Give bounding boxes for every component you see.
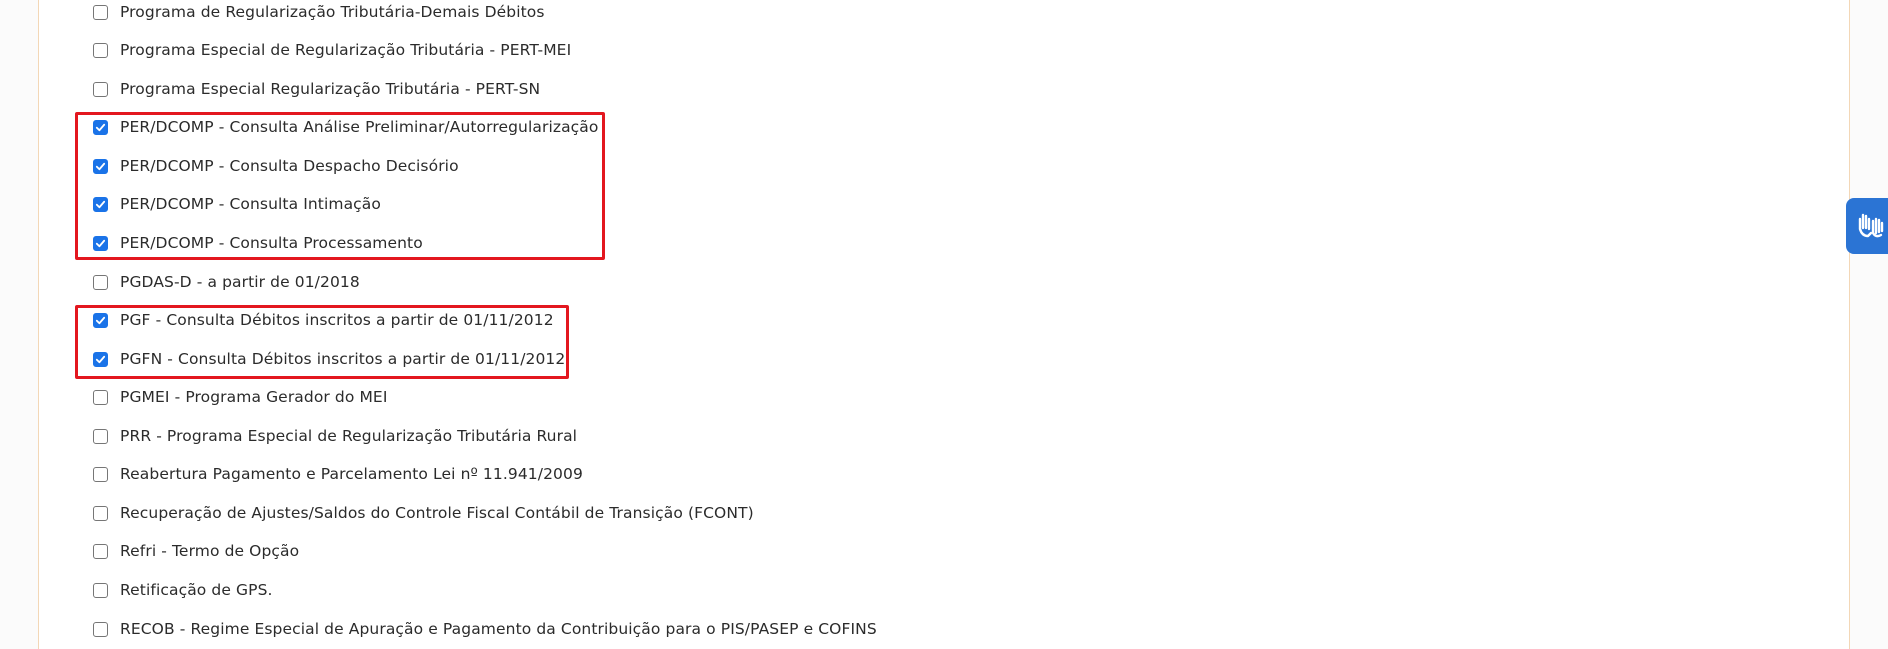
option-label: PER/DCOMP - Consulta Intimação: [120, 195, 381, 213]
checkbox[interactable]: [93, 466, 108, 482]
option-row[interactable]: PER/DCOMP - Consulta Processamento: [93, 231, 423, 255]
option-row[interactable]: PER/DCOMP - Consulta Análise Preliminar/…: [93, 115, 599, 139]
checkbox[interactable]: [93, 428, 108, 444]
option-row[interactable]: RECOB - Regime Especial de Apuração e Pa…: [93, 617, 877, 641]
option-label: PRR - Programa Especial de Regularização…: [120, 427, 578, 445]
checkbox[interactable]: [93, 505, 108, 521]
checkbox[interactable]: [93, 621, 108, 637]
checkbox[interactable]: [93, 42, 108, 58]
checkbox[interactable]: [93, 274, 108, 290]
option-row[interactable]: PRR - Programa Especial de Regularização…: [93, 424, 577, 448]
option-label: PER/DCOMP - Consulta Processamento: [120, 234, 423, 252]
checkbox[interactable]: [93, 543, 108, 559]
option-row[interactable]: Reabertura Pagamento e Parcelamento Lei …: [93, 462, 583, 486]
option-row[interactable]: PGFN - Consulta Débitos inscritos a part…: [93, 347, 565, 371]
services-panel: Programa de Regularização Tributária-Dem…: [38, 0, 1850, 649]
option-label: Programa Especial de Regularização Tribu…: [120, 41, 572, 59]
option-label: Refri - Termo de Opção: [120, 542, 300, 560]
checkbox[interactable]: [93, 312, 108, 328]
option-label: PER/DCOMP - Consulta Análise Preliminar/…: [120, 118, 599, 136]
option-label: Retificação de GPS.: [120, 581, 273, 599]
option-row[interactable]: PER/DCOMP - Consulta Intimação: [93, 192, 381, 216]
option-label: Recuperação de Ajustes/Saldos do Control…: [120, 504, 754, 522]
option-row[interactable]: PGMEI - Programa Gerador do MEI: [93, 385, 388, 409]
accessibility-libras-button[interactable]: [1846, 198, 1888, 254]
option-row[interactable]: Retificação de GPS.: [93, 578, 273, 602]
option-row[interactable]: PER/DCOMP - Consulta Despacho Decisório: [93, 154, 459, 178]
option-label: PGF - Consulta Débitos inscritos a parti…: [120, 311, 554, 329]
option-label: Programa de Regularização Tributária-Dem…: [120, 3, 545, 21]
checkbox[interactable]: [93, 235, 108, 251]
option-label: PER/DCOMP - Consulta Despacho Decisório: [120, 157, 459, 175]
option-row[interactable]: PGDAS-D - a partir de 01/2018: [93, 270, 360, 294]
checkbox[interactable]: [93, 582, 108, 598]
checkbox[interactable]: [93, 196, 108, 212]
sign-language-hands-icon: [1854, 207, 1888, 245]
option-row[interactable]: Refri - Termo de Opção: [93, 539, 299, 563]
option-label: PGFN - Consulta Débitos inscritos a part…: [120, 350, 566, 368]
option-label: PGDAS-D - a partir de 01/2018: [120, 273, 360, 291]
checkbox[interactable]: [93, 119, 108, 135]
option-label: Programa Especial Regularização Tributár…: [120, 80, 541, 98]
option-row[interactable]: Recuperação de Ajustes/Saldos do Control…: [93, 501, 754, 525]
checkbox[interactable]: [93, 389, 108, 405]
checkbox[interactable]: [93, 351, 108, 367]
option-label: Reabertura Pagamento e Parcelamento Lei …: [120, 465, 583, 483]
option-label: RECOB - Regime Especial de Apuração e Pa…: [120, 620, 877, 638]
checkbox[interactable]: [93, 4, 108, 20]
option-row[interactable]: Programa Especial de Regularização Tribu…: [93, 38, 571, 62]
option-label: PGMEI - Programa Gerador do MEI: [120, 388, 388, 406]
option-row[interactable]: Programa de Regularização Tributária-Dem…: [93, 0, 545, 24]
checkbox[interactable]: [93, 158, 108, 174]
checkbox[interactable]: [93, 81, 108, 97]
option-row[interactable]: PGF - Consulta Débitos inscritos a parti…: [93, 308, 554, 332]
option-row[interactable]: Programa Especial Regularização Tributár…: [93, 77, 540, 101]
